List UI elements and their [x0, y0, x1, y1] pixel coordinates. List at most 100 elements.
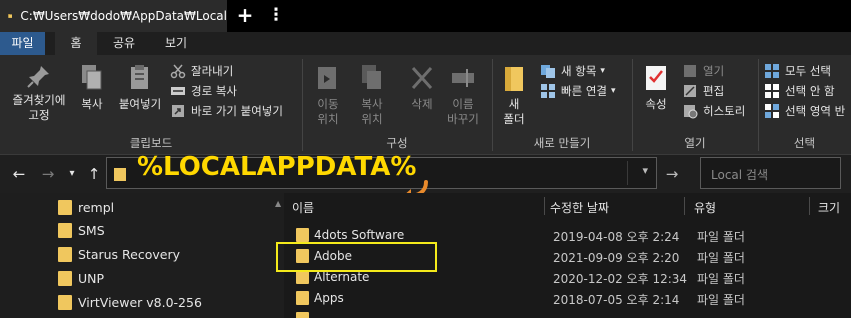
column-divider[interactable] — [809, 197, 810, 215]
properties-label: 속성 — [645, 97, 667, 111]
ribbon-tabs: 파일 홈 공유 보기 — [0, 32, 851, 55]
properties-button[interactable]: 속성 — [638, 63, 674, 112]
column-header-name[interactable]: 이름 — [292, 199, 314, 216]
paste-label: 붙여넣기 — [118, 97, 162, 111]
file-name: 4dots Software — [314, 228, 405, 242]
add-tab-button[interactable]: + — [233, 3, 257, 27]
scroll-up-icon[interactable]: ▲ — [275, 199, 281, 208]
rename-button[interactable]: 이름 바꾸기 — [442, 63, 484, 127]
file-list: 이름 수정한 날짜 유형 크기 4dots Software 2019-04-0… — [284, 193, 851, 318]
nav-item-virtviewer[interactable]: VirtViewer v8.0-256 — [58, 291, 202, 313]
column-header-size[interactable]: 크기 — [818, 199, 840, 216]
file-type: 파일 폴더 — [697, 272, 745, 286]
tab-home[interactable]: 홈 — [55, 32, 97, 55]
select-none-label: 선택 안 함 — [785, 84, 835, 98]
nav-scrollbar[interactable]: ▲ — [272, 193, 284, 318]
tab-title: C:₩Users₩dodo₩AppData₩Local — [20, 9, 227, 23]
copy-button[interactable]: 복사 — [72, 63, 112, 112]
nav-item-rempl[interactable]: rempl — [58, 196, 114, 218]
properties-icon — [646, 66, 666, 90]
file-name-cell: 4dots Software — [296, 228, 404, 242]
pin-icon — [27, 66, 49, 88]
move-to-label-2: 위치 — [317, 112, 339, 126]
pin-label-1: 즐겨찾기에 — [12, 93, 66, 107]
delete-button[interactable]: 삭제 — [402, 63, 442, 112]
chevron-down-icon[interactable]: ▾ — [642, 164, 648, 177]
folder-icon — [58, 270, 72, 286]
edit-button[interactable]: 편집 — [682, 82, 724, 100]
up-arrow-icon[interactable]: ↑ — [84, 164, 104, 184]
folder-icon — [58, 294, 72, 310]
folder-icon — [296, 228, 309, 242]
copy-to-icon — [362, 65, 381, 89]
tab-view[interactable]: 보기 — [155, 32, 197, 55]
window-tab[interactable]: C:₩Users₩dodo₩AppData₩Local — [0, 0, 227, 32]
organize-group-label: 구성 — [386, 136, 408, 150]
pin-to-quick-access-button[interactable]: 즐겨찾기에 고정 — [4, 63, 74, 123]
file-name: Apps — [314, 291, 344, 305]
paste-shortcut-button[interactable]: 바로 가기 붙여넣기 — [170, 102, 283, 120]
address-separator — [627, 161, 628, 185]
new-folder-label-2: 폴더 — [503, 112, 525, 126]
tab-file[interactable]: 파일 — [0, 32, 45, 55]
table-row[interactable]: Alternate 2020-12-02 오후 12:34 파일 폴더 — [284, 268, 851, 289]
table-row[interactable]: 4dots Software 2019-04-08 오후 2:24 파일 폴더 — [284, 226, 851, 247]
rename-label-2: 바꾸기 — [447, 112, 479, 126]
title-bar: C:₩Users₩dodo₩AppData₩Local + ⋮ — [0, 0, 851, 32]
delete-icon — [411, 66, 433, 90]
copy-to-label-2: 위치 — [361, 112, 383, 126]
column-header-date[interactable]: 수정한 날짜 — [550, 199, 609, 216]
select-group-label: 선택 — [793, 136, 816, 150]
new-item-button[interactable]: 새 항목 ▾ — [540, 62, 605, 80]
table-row-partial[interactable] — [284, 310, 851, 318]
select-all-button[interactable]: 모두 선택 — [764, 62, 831, 80]
folder-icon — [296, 270, 309, 284]
file-date: 2019-04-08 오후 2:24 — [553, 230, 680, 244]
invert-selection-button[interactable]: 선택 영역 반 — [764, 102, 845, 120]
column-divider[interactable] — [684, 197, 685, 215]
folder-icon — [296, 291, 309, 305]
search-input[interactable]: Local 검색 — [700, 157, 841, 189]
edit-icon — [684, 85, 696, 97]
forward-arrow-icon[interactable]: → — [38, 164, 58, 184]
new-folder-button[interactable]: 새 폴더 — [496, 63, 532, 127]
open-group-label: 열기 — [684, 136, 706, 150]
new-folder-icon — [505, 67, 523, 91]
copy-to-label-1: 복사 — [361, 97, 383, 111]
column-divider[interactable] — [544, 197, 545, 215]
file-date: 2018-07-05 오후 2:14 — [553, 293, 680, 307]
select-none-button[interactable]: 선택 안 함 — [764, 82, 835, 100]
nav-item-label: rempl — [78, 199, 115, 215]
delete-label: 삭제 — [411, 97, 433, 111]
edit-label: 편집 — [703, 84, 725, 98]
file-name: Alternate — [314, 270, 370, 284]
pin-label-2: 고정 — [28, 108, 50, 122]
back-arrow-icon[interactable]: ← — [9, 164, 29, 184]
new-item-icon — [541, 65, 555, 78]
copy-path-button[interactable]: 경로 복사 — [170, 82, 237, 100]
table-row[interactable]: Adobe 2021-09-09 오후 2:20 파일 폴더 — [284, 247, 851, 268]
nav-item-sms[interactable]: SMS — [58, 219, 105, 241]
clipboard-group-label: 클립보드 — [129, 136, 173, 150]
select-none-icon — [765, 84, 779, 98]
open-label: 열기 — [703, 64, 725, 78]
move-to-button[interactable]: 이동 위치 — [308, 63, 348, 127]
more-options-icon[interactable]: ⋮ — [266, 3, 286, 27]
easy-access-button[interactable]: 빠른 연결 ▾ — [540, 82, 616, 100]
column-header-type[interactable]: 유형 — [694, 199, 716, 216]
table-row[interactable]: Apps 2018-07-05 오후 2:14 파일 폴더 — [284, 289, 851, 310]
cut-button[interactable]: 잘라내기 — [170, 62, 233, 80]
navigation-pane: rempl SMS Starus Recovery UNP VirtViewer… — [0, 193, 272, 318]
invert-selection-label: 선택 영역 반 — [785, 104, 846, 118]
nav-item-unp[interactable]: UNP — [58, 267, 104, 289]
history-button[interactable]: 히스토리 — [682, 102, 745, 120]
paste-icon — [131, 65, 148, 89]
go-arrow-icon[interactable]: → — [662, 164, 682, 184]
scissors-icon — [170, 64, 186, 79]
recent-dropdown-icon[interactable]: ▾ — [62, 164, 82, 184]
open-button[interactable]: 열기 — [682, 62, 724, 80]
copy-to-button[interactable]: 복사 위치 — [352, 63, 392, 127]
paste-button[interactable]: 붙여넣기 — [114, 63, 166, 112]
tab-share[interactable]: 공유 — [103, 32, 145, 55]
nav-item-starus-recovery[interactable]: Starus Recovery — [58, 243, 180, 265]
